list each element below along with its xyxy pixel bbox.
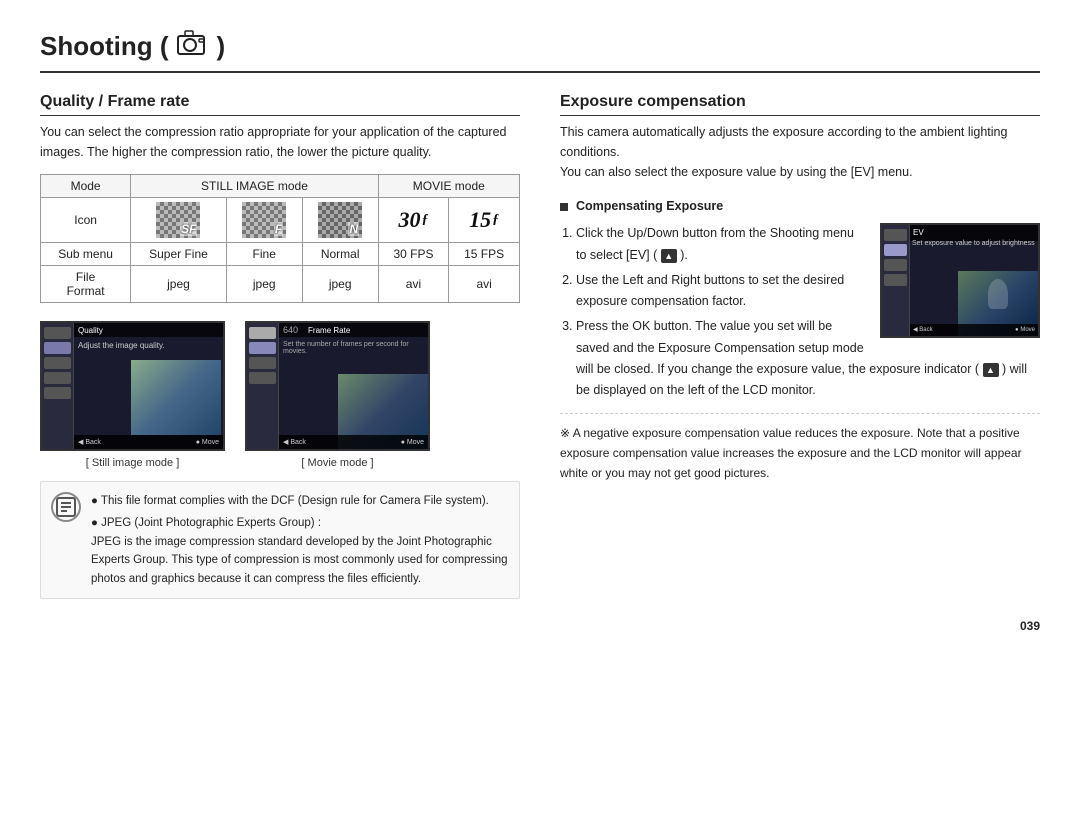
format-fine: jpeg — [226, 266, 302, 303]
sidebar-item-2 — [44, 342, 71, 354]
movie-caption: [ Movie mode ] — [301, 457, 373, 469]
still-menu-bar: Quality — [74, 323, 223, 337]
icon-fine: F — [226, 198, 302, 243]
title-text: Shooting ( — [40, 31, 169, 62]
note-bullet-1: ● This file format complies with the DCF… — [91, 492, 509, 510]
format-15fps: avi — [449, 266, 520, 303]
note-bullet-2: ● JPEG (Joint Photographic Experts Group… — [91, 514, 509, 588]
still-screen-box: Quality Adjust the image quality. ◀ Back… — [40, 321, 225, 451]
quality-section-title: Quality / Frame rate — [40, 93, 520, 116]
table-icon-row: Icon SF F — [41, 198, 520, 243]
col-movie: MOVIE mode — [378, 175, 519, 198]
page-title: Shooting ( ) — [40, 30, 1040, 63]
exposure-desc-2: You can also select the exposure value b… — [560, 165, 913, 179]
ev-screen: EV Set exposure value to adjust brightne… — [880, 223, 1040, 338]
movie-sidebar — [247, 323, 279, 449]
exposure-note: ※ A negative exposure compensation value… — [560, 413, 1040, 483]
submenu-sf: Super Fine — [131, 243, 227, 266]
icon-normal: N — [302, 198, 378, 243]
ev-main: EV Set exposure value to adjust brightne… — [910, 225, 1038, 336]
still-nav: ◀ Back ● Move — [74, 435, 223, 449]
format-30fps: avi — [378, 266, 449, 303]
ev-nav: ◀ Back ● Move — [910, 324, 1038, 336]
exposure-description: This camera automatically adjusts the ex… — [560, 122, 1040, 182]
movie-screen-main: 640 Frame Rate Set the number of frames … — [279, 323, 428, 449]
note-box: ● This file format complies with the DCF… — [40, 481, 520, 599]
note-icon — [51, 492, 81, 522]
title-divider — [40, 71, 1040, 73]
quality-table: Mode STILL IMAGE mode MOVIE mode Icon SF — [40, 174, 520, 303]
asterisk-text: ※ A negative exposure compensation value… — [560, 426, 1022, 480]
still-menu-label: Adjust the image quality. — [78, 341, 165, 350]
exposure-section-title: Exposure compensation — [560, 93, 1040, 116]
submenu-15fps: 15 FPS — [449, 243, 520, 266]
movie-back: ◀ Back — [283, 438, 306, 446]
right-column: Exposure compensation This camera automa… — [560, 93, 1040, 599]
still-move: ● Move — [196, 439, 219, 446]
ev-sb-3 — [884, 259, 907, 271]
movie-sidebar-4 — [249, 372, 276, 384]
movie-sidebar-2 — [249, 342, 276, 354]
movie-sidebar-1 — [249, 327, 276, 339]
ev-sidebar — [882, 225, 910, 336]
still-caption: [ Still image mode ] — [86, 457, 180, 469]
movie-sidebar-3 — [249, 357, 276, 369]
left-column: Quality / Frame rate You can select the … — [40, 93, 520, 599]
still-sidebar — [42, 323, 74, 449]
icon-sf: SF — [131, 198, 227, 243]
format-sf: jpeg — [131, 266, 227, 303]
bullet-square-icon — [560, 203, 568, 211]
still-back: ◀ Back — [78, 438, 101, 446]
movie-mockup: 640 Frame Rate Set the number of frames … — [245, 321, 430, 469]
ev-sb-1 — [884, 229, 907, 241]
page-number: 039 — [40, 619, 1040, 633]
compensating-title: Compensating Exposure — [560, 196, 1040, 217]
format-normal: jpeg — [302, 266, 378, 303]
still-image-mockup: Quality Adjust the image quality. ◀ Back… — [40, 321, 225, 469]
note-content: ● This file format complies with the DCF… — [91, 492, 509, 588]
table-header-row: Mode STILL IMAGE mode MOVIE mode — [41, 175, 520, 198]
col-still-image: STILL IMAGE mode — [131, 175, 378, 198]
title-close-paren: ) — [217, 31, 226, 62]
icon-15fps: 15 ƒ — [449, 198, 520, 243]
ev-desc: Set exposure value to adjust brightness — [912, 239, 1036, 249]
table-format-row: FileFormat jpeg jpeg jpeg avi avi — [41, 266, 520, 303]
col-mode: Mode — [41, 175, 131, 198]
submenu-label: Sub menu — [41, 243, 131, 266]
movie-screen-box: 640 Frame Rate Set the number of frames … — [245, 321, 430, 451]
quality-description: You can select the compression ratio app… — [40, 122, 520, 162]
sidebar-item-5 — [44, 387, 71, 399]
ev-sb-2 — [884, 244, 907, 256]
format-label: FileFormat — [41, 266, 131, 303]
sidebar-item-3 — [44, 357, 71, 369]
ev-sb-4 — [884, 274, 907, 286]
compensating-section: Compensating Exposure EV Set exposure va… — [560, 196, 1040, 401]
table-submenu-row: Sub menu Super Fine Fine Normal 30 FPS 1… — [41, 243, 520, 266]
camera-icon — [177, 30, 209, 63]
still-screen-main: Quality Adjust the image quality. ◀ Back… — [74, 323, 223, 449]
screen-mockups: Quality Adjust the image quality. ◀ Back… — [40, 321, 520, 469]
icon-30fps: 30 ƒ — [378, 198, 449, 243]
still-menu-title: Quality — [78, 326, 103, 335]
submenu-30fps: 30 FPS — [378, 243, 449, 266]
submenu-normal: Normal — [302, 243, 378, 266]
movie-move: ● Move — [401, 439, 424, 446]
icon-label: Icon — [41, 198, 131, 243]
submenu-fine: Fine — [226, 243, 302, 266]
movie-nav: ◀ Back ● Move — [279, 435, 428, 449]
sidebar-item-1 — [44, 327, 71, 339]
sidebar-item-4 — [44, 372, 71, 384]
exposure-desc-1: This camera automatically adjusts the ex… — [560, 125, 1007, 159]
still-photo — [131, 360, 221, 435]
